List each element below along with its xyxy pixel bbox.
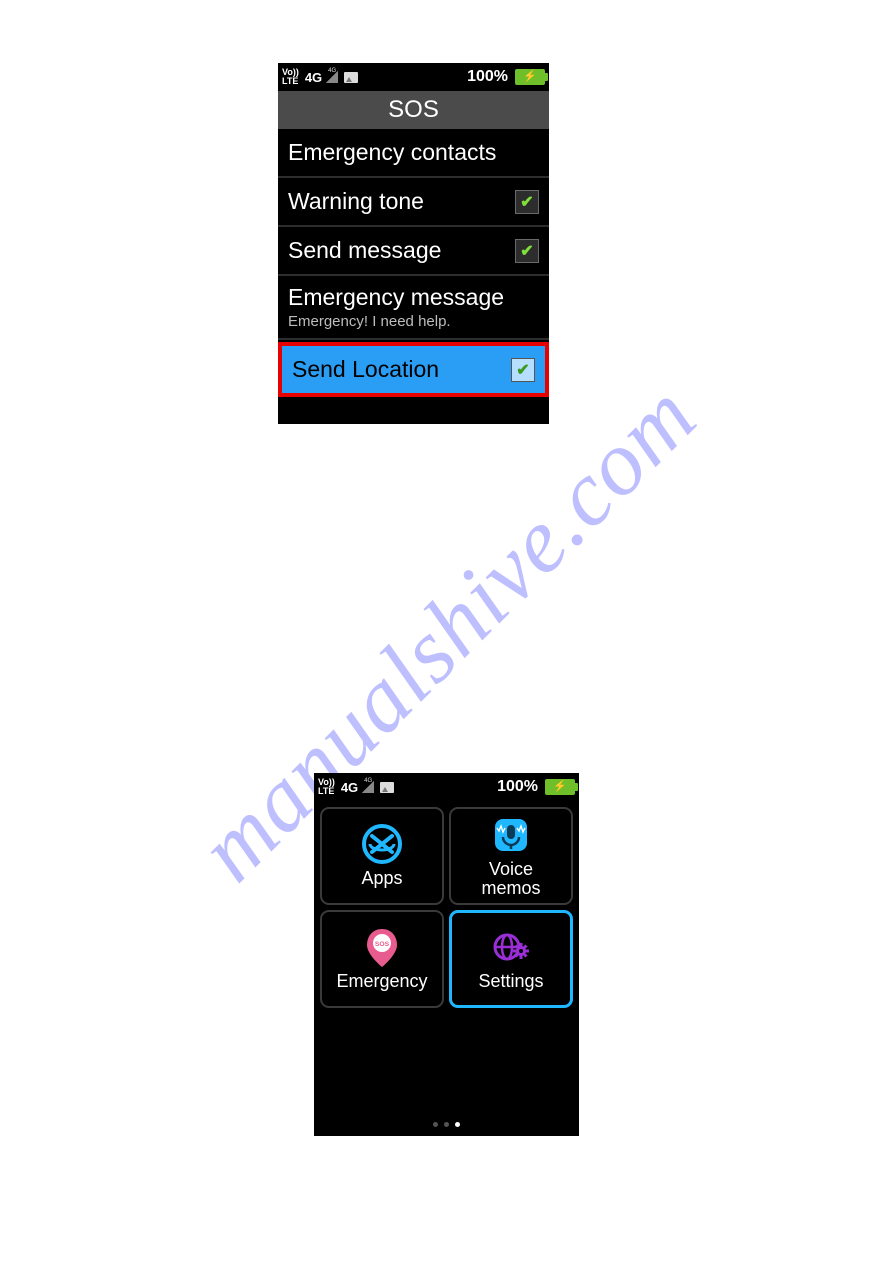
pager-dot	[433, 1122, 438, 1127]
status-bar: Vo)) LTE 4G 100% ⚡	[314, 773, 579, 801]
app-label: Emergency	[336, 972, 427, 991]
network-label: 4G	[341, 780, 358, 795]
volte-bottom: LTE	[318, 787, 335, 796]
app-grid: Apps Voice memos	[314, 801, 579, 1014]
app-tile-voice-memos[interactable]: Voice memos	[449, 807, 573, 905]
item-label: Send message	[288, 237, 515, 264]
signal-icon	[326, 71, 338, 83]
signal-icon	[362, 781, 374, 793]
item-label: Warning tone	[288, 188, 515, 215]
list-item-emergency-message[interactable]: Emergency message Emergency! I need help…	[278, 276, 549, 340]
picture-icon	[344, 72, 358, 83]
volte-bottom: LTE	[282, 77, 299, 86]
list-item-send-message[interactable]: Send message	[278, 227, 549, 276]
picture-icon	[380, 782, 394, 793]
document-page: manualshive.com Vo)) LTE 4G 100% ⚡ SOS E…	[0, 0, 893, 1263]
apps-icon	[360, 822, 404, 866]
network-label: 4G	[305, 70, 322, 85]
list-item-send-location[interactable]: Send Location	[282, 346, 545, 393]
checkbox-send-location[interactable]	[511, 358, 535, 382]
app-label: Apps	[361, 869, 402, 888]
svg-text:SOS: SOS	[375, 941, 390, 948]
item-label: Send Location	[292, 356, 511, 383]
pager-dot-active	[455, 1122, 460, 1127]
item-label: Emergency contacts	[288, 139, 539, 166]
app-tile-settings[interactable]: Settings	[449, 910, 573, 1008]
battery-percent: 100%	[497, 778, 538, 796]
phone-screenshot-menu: Vo)) LTE 4G 100% ⚡ Apps	[314, 773, 579, 1136]
page-title: SOS	[278, 91, 549, 129]
volte-indicator: Vo)) LTE	[318, 778, 335, 796]
checkbox-warning-tone[interactable]	[515, 190, 539, 214]
status-bar: Vo)) LTE 4G 100% ⚡	[278, 63, 549, 91]
app-label: Voice memos	[481, 860, 540, 898]
list-item-emergency-contacts[interactable]: Emergency contacts	[278, 129, 549, 178]
voice-memos-icon	[489, 813, 533, 857]
emergency-icon: SOS	[360, 925, 404, 969]
battery-icon: ⚡	[545, 779, 575, 795]
highlight-box: Send Location	[278, 342, 549, 397]
checkbox-send-message[interactable]	[515, 239, 539, 263]
pager-dot	[444, 1122, 449, 1127]
item-label: Emergency message	[288, 284, 539, 311]
app-tile-emergency[interactable]: SOS Emergency	[320, 910, 444, 1008]
item-subtext: Emergency! I need help.	[288, 313, 539, 330]
list-item-warning-tone[interactable]: Warning tone	[278, 178, 549, 227]
app-label: Settings	[478, 972, 543, 991]
battery-percent: 100%	[467, 68, 508, 86]
settings-icon	[489, 925, 533, 969]
phone-screenshot-sos: Vo)) LTE 4G 100% ⚡ SOS Emergency contact…	[278, 63, 549, 424]
page-indicator	[314, 1115, 579, 1136]
battery-icon: ⚡	[515, 69, 545, 85]
app-tile-apps[interactable]: Apps	[320, 807, 444, 905]
volte-indicator: Vo)) LTE	[282, 68, 299, 86]
